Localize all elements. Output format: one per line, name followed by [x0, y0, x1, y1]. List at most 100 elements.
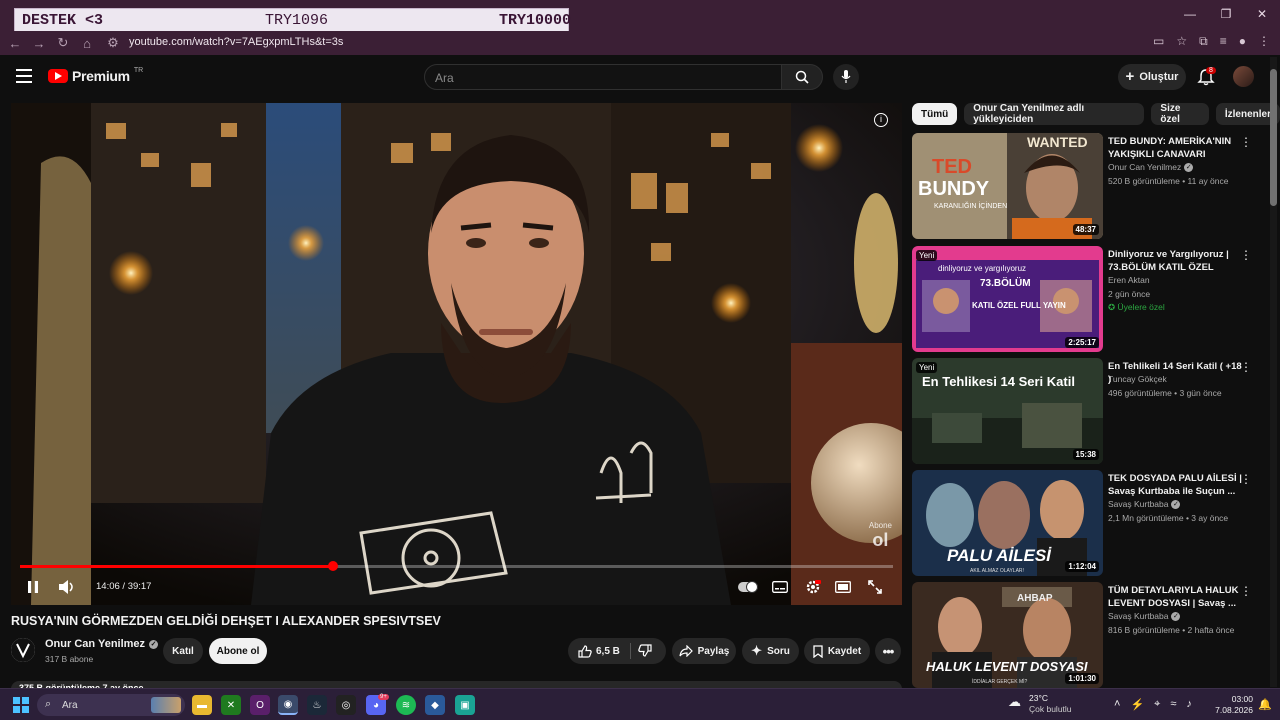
fullscreen-icon[interactable] [866, 577, 884, 597]
reload-icon[interactable]: ↻ [51, 35, 75, 51]
thumbnail[interactable]: AHBAP HALUK LEVENT DOSYASI İDDİALAR GERÇ… [912, 582, 1103, 688]
create-button[interactable]: + Oluştur [1118, 64, 1186, 90]
site-info-icon[interactable]: ⚙ [101, 35, 125, 51]
rec-title[interactable]: Dinliyoruz ve Yargılıyoruz | 73.BÖLÜM KA… [1108, 248, 1242, 274]
forward-icon[interactable]: → [27, 36, 51, 51]
minimize-icon[interactable]: — [1172, 0, 1208, 28]
network-off-icon[interactable]: ⚡ [1130, 698, 1144, 711]
notification-bell-icon[interactable]: 🔔 [1258, 698, 1272, 711]
scrollbar-thumb[interactable] [1270, 69, 1277, 206]
rec-meta: 520 B görüntüleme • 11 ay önce [1108, 176, 1229, 186]
svg-text:KARANLIĞIN İÇİNDEN: KARANLIĞIN İÇİNDEN [934, 201, 1007, 210]
menu-icon[interactable]: ⋮ [1258, 34, 1270, 49]
speaker-icon[interactable]: ♪ [1186, 698, 1192, 711]
close-icon[interactable]: ✕ [1244, 0, 1280, 28]
autoplay-toggle[interactable] [737, 577, 759, 597]
thumbs-up-icon [578, 644, 592, 658]
voice-search-button[interactable] [833, 64, 859, 90]
windows-start-icon[interactable] [13, 697, 29, 713]
recommendation-item[interactable]: dinliyoruz ve yargılıyoruz 73.BÖLÜM KATI… [912, 246, 1262, 352]
ask-button[interactable]: ✦ Soru [742, 638, 799, 664]
info-icon[interactable]: i [874, 113, 888, 127]
more-vert-icon[interactable]: ⋮ [1240, 135, 1252, 149]
chrome-icon[interactable]: ◉ [278, 695, 298, 715]
obs-icon[interactable]: ◎ [336, 695, 356, 715]
spotify-icon[interactable]: ≋ [396, 695, 416, 715]
steam-icon[interactable]: ♨ [307, 695, 327, 715]
like-button[interactable]: 6,5 B [578, 644, 620, 658]
share-button[interactable]: Paylaş [672, 638, 736, 664]
page-scrollbar[interactable] [1270, 57, 1277, 687]
chip-from-uploader[interactable]: Onur Can Yenilmez adlı yükleyiciden [964, 103, 1145, 125]
media-icon[interactable]: ≡ [1220, 34, 1227, 49]
chip-all[interactable]: Tümü [912, 103, 958, 125]
cast-icon[interactable]: ▭ [1153, 34, 1164, 49]
terminal-app-icon[interactable]: ▣ [455, 695, 475, 715]
more-actions-button[interactable]: ••• [875, 638, 901, 664]
xbox-icon[interactable]: ✕ [221, 695, 241, 715]
thumbnail[interactable]: En Tehlikesi 14 Seri Katil Yeni 15:38 [912, 358, 1103, 464]
youtube-premium-logo[interactable]: Premium TR [48, 67, 143, 84]
duration-badge: 48:37 [1072, 224, 1099, 235]
settings-gear-icon[interactable] [803, 577, 823, 597]
account-avatar[interactable] [1233, 66, 1254, 87]
rec-title[interactable]: TEK DOSYADA PALU AİLESİ | Savaş Kurtbaba… [1108, 472, 1242, 498]
subscribe-button[interactable]: Abone ol [209, 638, 267, 664]
more-vert-icon[interactable]: ⋮ [1240, 248, 1252, 262]
recommendation-item[interactable]: AHBAP HALUK LEVENT DOSYASI İDDİALAR GERÇ… [912, 582, 1262, 688]
channel-name-link[interactable]: Onur Can Yenilmez ✓ [45, 638, 159, 650]
video-player[interactable]: i Abone ol 14:06 / 39:17 [11, 103, 902, 605]
taskbar-clock[interactable]: 03:00 7.08.2026 [1213, 694, 1253, 716]
search-button[interactable] [781, 64, 823, 90]
more-vert-icon[interactable]: ⋮ [1240, 472, 1252, 486]
progress-bar[interactable] [20, 561, 893, 571]
channel-avatar[interactable] [11, 638, 35, 662]
rec-title[interactable]: TED BUNDY: AMERİKA'NIN YAKIŞIKLI CANAVAR… [1108, 135, 1242, 161]
rec-channel[interactable]: Savaş Kurtbaba ✓ [1108, 499, 1181, 509]
maximize-icon[interactable]: ❐ [1208, 0, 1244, 28]
verified-check-icon: ✓ [149, 639, 159, 649]
chevron-up-icon[interactable]: ˄ [1114, 698, 1120, 711]
thumbnail[interactable]: PALU AİLESİ AKIL ALMAZ OLAYLAR! 1:12:04 [912, 470, 1103, 576]
pause-icon[interactable] [25, 577, 41, 597]
theater-mode-icon[interactable] [834, 577, 852, 597]
file-explorer-icon[interactable]: ▬ [192, 695, 212, 715]
weather-widget[interactable]: ☁ 23°C Çok bulutlu [1008, 693, 1072, 715]
home-icon[interactable]: ⌂ [75, 36, 99, 51]
rec-title[interactable]: TÜM DETAYLARIYLA HALUK LEVENT DOSYASI | … [1108, 584, 1242, 610]
more-vert-icon[interactable]: ⋮ [1240, 360, 1252, 374]
url-field[interactable]: youtube.com/watch?v=7AEgxpmLTHs&t=3s [129, 36, 343, 48]
rec-channel[interactable]: Onur Can Yenilmez ✓ [1108, 162, 1194, 172]
opera-gx-icon[interactable]: O [250, 695, 270, 715]
wifi-icon[interactable]: ≈ [1170, 698, 1176, 711]
rec-channel-name: Savaş Kurtbaba [1108, 611, 1169, 621]
dislike-button[interactable] [638, 644, 652, 660]
back-icon[interactable]: ← [3, 36, 27, 51]
save-button[interactable]: Kaydet [804, 638, 870, 664]
thumbnail[interactable]: dinliyoruz ve yargılıyoruz 73.BÖLÜM KATI… [912, 246, 1103, 352]
extensions-icon[interactable]: ⧉ [1199, 34, 1208, 49]
location-icon[interactable]: ⌖ [1154, 698, 1160, 711]
rec-channel[interactable]: Eren Aktan [1108, 275, 1150, 285]
hamburger-menu-icon[interactable] [16, 69, 32, 83]
profile-icon[interactable]: ● [1239, 34, 1246, 49]
rec-channel[interactable]: Tuncay Gökçek [1108, 374, 1167, 384]
more-vert-icon[interactable]: ⋮ [1240, 584, 1252, 598]
rec-channel[interactable]: Savaş Kurtbaba ✓ [1108, 611, 1181, 621]
subtitles-icon[interactable] [771, 577, 789, 597]
join-button[interactable]: Katıl [163, 638, 203, 664]
taskbar-search[interactable]: ⌕ Ara [37, 694, 185, 716]
browser-tab-strip: DESTEK <3 TRY1096 TRY10000 — ❐ ✕ [0, 0, 1280, 32]
svg-text:İDDİALAR GERÇEK Mİ?: İDDİALAR GERÇEK Mİ? [972, 678, 1028, 685]
thumbnail[interactable]: TED BUNDY KARANLIĞIN İÇİNDEN WANTED 48:3… [912, 133, 1103, 239]
recommendation-item[interactable]: TED BUNDY KARANLIĞIN İÇİNDEN WANTED 48:3… [912, 133, 1262, 239]
bookmark-star-icon[interactable]: ☆ [1176, 34, 1187, 49]
recommendation-item[interactable]: PALU AİLESİ AKIL ALMAZ OLAYLAR! 1:12:04 … [912, 470, 1262, 576]
subscribe-watermark[interactable]: Abone ol [869, 521, 892, 549]
search-input[interactable]: Ara [424, 64, 782, 90]
network-app-icon[interactable]: ◆ [425, 695, 445, 715]
volume-icon[interactable] [57, 577, 77, 597]
save-label: Kaydet [827, 645, 862, 657]
recommendation-item[interactable]: En Tehlikesi 14 Seri Katil Yeni 15:38 En… [912, 358, 1262, 464]
chip-for-you[interactable]: Size özel [1151, 103, 1209, 125]
